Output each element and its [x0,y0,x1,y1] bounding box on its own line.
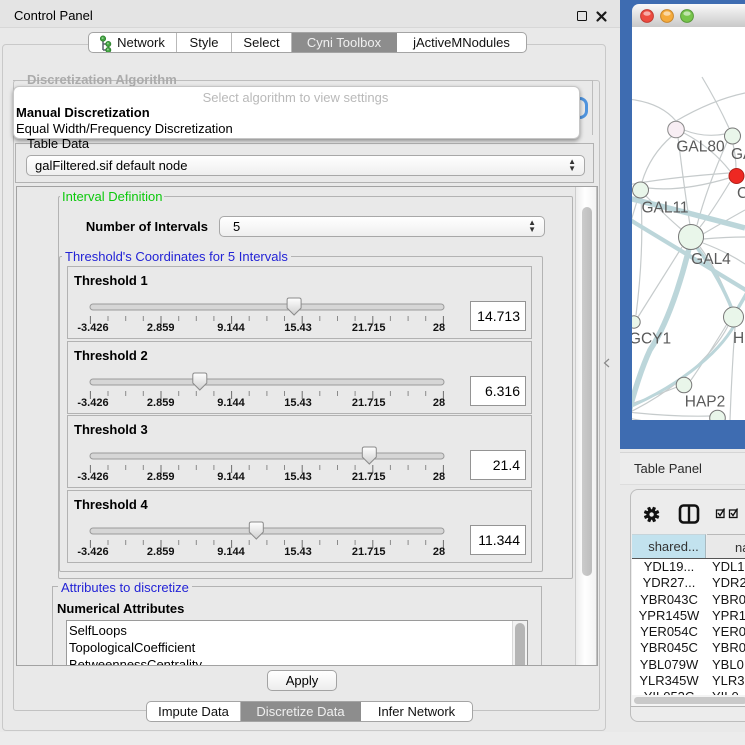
svg-text:GAL4: GAL4 [691,251,731,268]
svg-text:C: C [737,185,745,202]
svg-text:H: H [733,330,744,347]
svg-text:GCY1: GCY1 [632,331,671,348]
svg-text:GAL80: GAL80 [676,139,725,156]
svg-text:GA: GA [731,146,745,163]
svg-text:HAP2: HAP2 [685,394,726,411]
svg-text:GAL11: GAL11 [641,200,688,217]
